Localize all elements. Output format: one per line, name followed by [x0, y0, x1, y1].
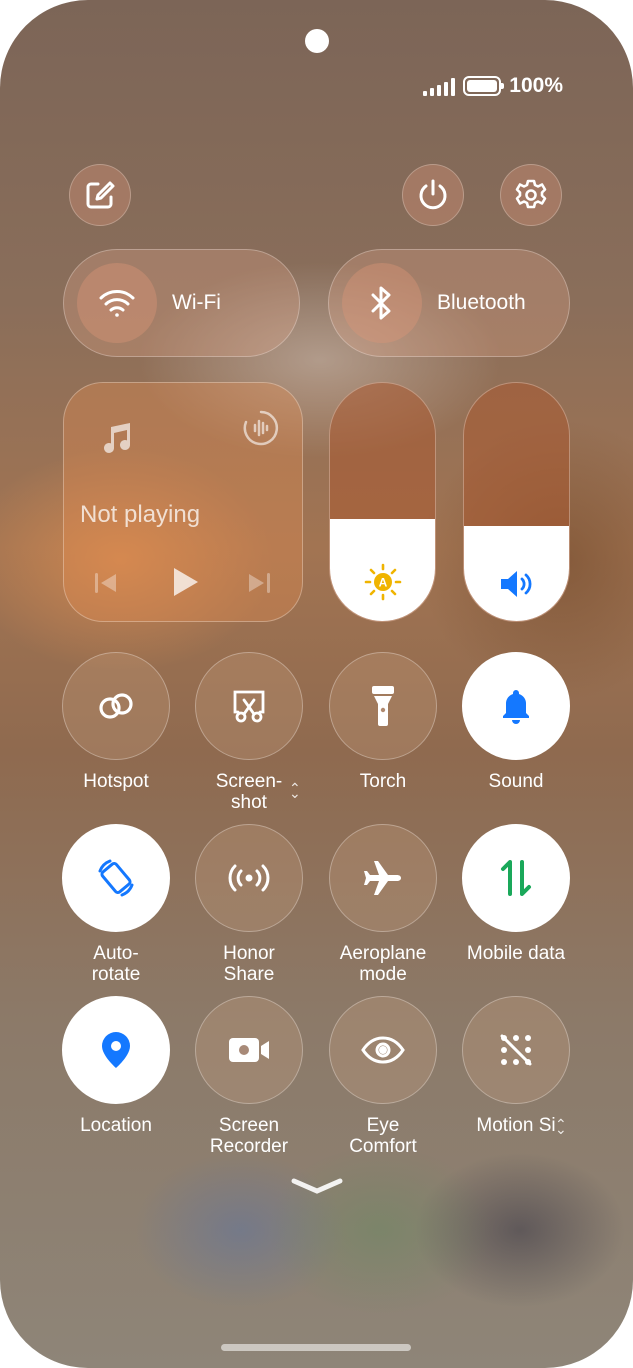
wifi-toggle[interactable]: Wi-Fi: [63, 249, 300, 357]
location-button[interactable]: [62, 996, 170, 1104]
eye-icon: [361, 1036, 405, 1064]
mobile-data-button[interactable]: [462, 824, 570, 932]
motion-sickness-icon: [500, 1034, 532, 1066]
location-icon: [102, 1032, 130, 1068]
sound-button[interactable]: [462, 652, 570, 760]
airplane-icon: [364, 861, 401, 895]
wifi-icon: [77, 263, 157, 343]
tile-location[interactable]: Location: [62, 996, 170, 1136]
tile-mobile-data[interactable]: Mobile data: [462, 824, 570, 964]
audio-output-icon[interactable]: [242, 409, 280, 447]
home-indicator[interactable]: [221, 1344, 411, 1351]
tile-auto-rotate[interactable]: Auto- rotate: [62, 824, 170, 985]
volume-slider[interactable]: [463, 382, 570, 622]
auto-rotate-icon: [98, 859, 134, 897]
edit-button[interactable]: [69, 164, 131, 226]
tile-label: Screen- shot: [215, 771, 283, 813]
svg-text:A: A: [378, 576, 387, 590]
tile-screenshot[interactable]: Screen- shot: [195, 652, 303, 813]
honor-share-button[interactable]: [195, 824, 303, 932]
tile-eye-comfort[interactable]: Eye Comfort: [329, 996, 437, 1157]
honor-share-icon: [228, 864, 270, 892]
wifi-label: Wi-Fi: [172, 291, 221, 314]
tile-label: Aeroplane mode: [339, 943, 427, 985]
signal-icon: [423, 76, 456, 96]
tile-torch[interactable]: Torch: [329, 652, 437, 792]
hotspot-button[interactable]: [62, 652, 170, 760]
tile-label: Torch: [359, 771, 407, 792]
bluetooth-label: Bluetooth: [437, 291, 526, 314]
tile-label: Sound: [488, 771, 544, 792]
phone-screen: 100% Wi-Fi Bluetooth Not playing A Hotsp…: [0, 0, 633, 1368]
hotspot-icon: [99, 693, 133, 719]
brightness-slider[interactable]: A: [329, 382, 436, 622]
play-icon[interactable]: [170, 565, 200, 599]
auto-brightness-icon: A: [364, 563, 401, 601]
screen-recorder-icon: [229, 1038, 269, 1062]
tile-sound[interactable]: Sound: [462, 652, 570, 792]
bluetooth-toggle[interactable]: Bluetooth: [328, 249, 570, 357]
music-note-icon: [104, 423, 130, 453]
media-status: Not playing: [80, 501, 201, 528]
auto-rotate-button[interactable]: [62, 824, 170, 932]
power-icon: [419, 179, 447, 210]
tile-label: Location: [80, 1115, 152, 1136]
expand-chevron-icon[interactable]: ⌃ ⌄: [555, 1116, 567, 1150]
front-camera: [305, 29, 329, 53]
status-bar: 100%: [423, 74, 563, 98]
screenshot-icon: [233, 690, 265, 723]
tile-hotspot[interactable]: Hotspot: [62, 652, 170, 792]
tile-motion-sickness[interactable]: Motion Si: [462, 996, 570, 1136]
torch-button[interactable]: [329, 652, 437, 760]
screen-recorder-button[interactable]: [195, 996, 303, 1104]
previous-track-icon[interactable]: [93, 571, 119, 595]
tile-label: Auto- rotate: [91, 943, 141, 985]
edit-icon: [86, 181, 115, 209]
battery-icon: [463, 76, 505, 96]
media-player-card[interactable]: Not playing: [63, 382, 303, 622]
tile-label: Eye Comfort: [349, 1115, 417, 1157]
power-button[interactable]: [402, 164, 464, 226]
torch-icon: [372, 686, 394, 726]
bluetooth-icon: [342, 263, 422, 343]
tile-label: Hotspot: [83, 771, 149, 792]
bell-icon: [503, 690, 529, 724]
motion-sickness-button[interactable]: [462, 996, 570, 1104]
tile-label: Honor Share: [223, 943, 275, 985]
collapse-chevron-icon[interactable]: [290, 1175, 344, 1197]
settings-button[interactable]: [500, 164, 562, 226]
tile-aeroplane-mode[interactable]: Aeroplane mode: [329, 824, 437, 985]
gear-icon: [515, 179, 547, 209]
screenshot-button[interactable]: [195, 652, 303, 760]
tile-honor-share[interactable]: Honor Share: [195, 824, 303, 985]
tile-label: Screen Recorder: [209, 1115, 289, 1157]
battery-percent: 100%: [509, 74, 563, 97]
eye-comfort-button[interactable]: [329, 996, 437, 1104]
mobile-data-icon: [501, 860, 531, 896]
next-track-icon[interactable]: [246, 571, 272, 595]
tile-screen-recorder[interactable]: Screen Recorder: [195, 996, 303, 1157]
aeroplane-mode-button[interactable]: [329, 824, 437, 932]
volume-icon: [500, 571, 531, 597]
tile-label: Mobile data: [466, 943, 566, 964]
expand-chevron-icon[interactable]: ⌃ ⌄: [289, 780, 301, 814]
